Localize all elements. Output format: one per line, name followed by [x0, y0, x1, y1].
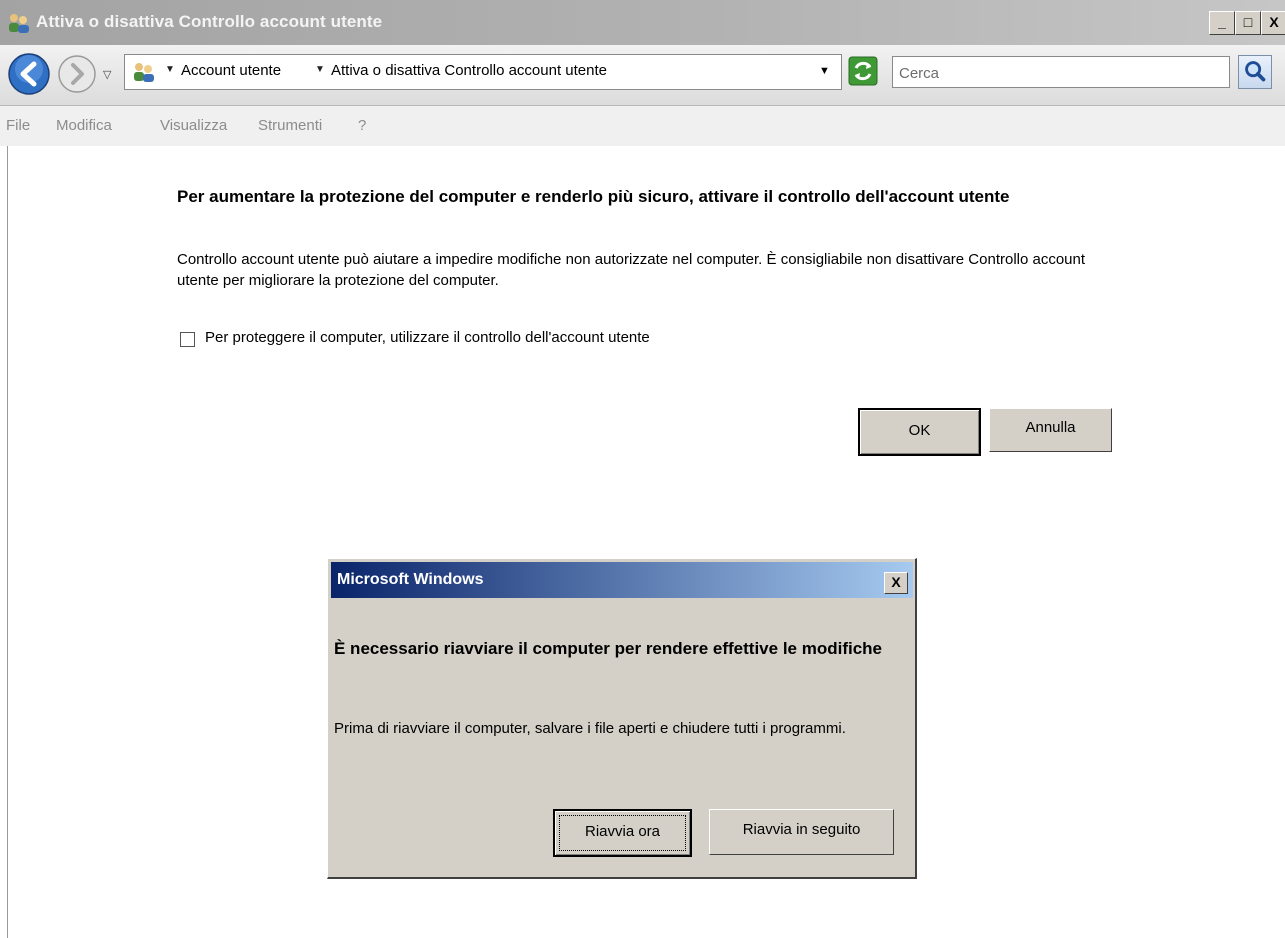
minimize-button[interactable]: _	[1209, 11, 1235, 35]
cancel-button[interactable]: Annulla	[989, 408, 1112, 452]
uac-checkbox-label[interactable]: Per proteggere il computer, utilizzare i…	[205, 329, 650, 346]
search-button[interactable]	[1238, 55, 1272, 89]
dialog-close-button[interactable]: X	[884, 572, 908, 594]
back-arrow-icon[interactable]	[7, 52, 51, 96]
menu-file[interactable]: File	[6, 117, 30, 134]
search-icon	[1245, 61, 1266, 82]
menu-bar: File Modifica Visualizza Strumenti ?	[0, 106, 1285, 146]
forward-arrow-icon[interactable]	[57, 54, 97, 94]
dialog-message: Prima di riavviare il computer, salvare …	[334, 720, 846, 737]
restart-later-button[interactable]: Riavvia in seguito	[709, 809, 894, 855]
dialog-title: Microsoft Windows	[337, 571, 484, 588]
close-button[interactable]: X	[1261, 11, 1285, 35]
menu-modifica[interactable]: Modifica	[56, 117, 112, 134]
address-dropdown-icon[interactable]: ▼	[819, 65, 830, 77]
menu-visualizza[interactable]: Visualizza	[160, 117, 227, 134]
dialog-heading: È necessario riavviare il computer per r…	[334, 639, 883, 658]
history-dropdown-icon[interactable]: ▽	[103, 68, 111, 81]
dialog-title-bar[interactable]: Microsoft Windows X	[331, 562, 913, 598]
ok-button[interactable]: OK	[858, 408, 981, 456]
search-input[interactable]	[897, 61, 1221, 85]
menu-strumenti[interactable]: Strumenti	[258, 117, 322, 134]
refresh-icon[interactable]	[848, 56, 878, 86]
search-box[interactable]	[892, 56, 1230, 88]
breadcrumb-current-page[interactable]: Attiva o disattiva Controllo account ute…	[331, 62, 607, 79]
uac-checkbox[interactable]	[180, 332, 195, 347]
title-bar[interactable]: Attiva o disattiva Controllo account ute…	[0, 0, 1285, 45]
page-heading: Per aumentare la protezione del computer…	[177, 187, 1010, 206]
main-window: Attiva o disattiva Controllo account ute…	[0, 0, 1285, 938]
restart-later-label: Riavvia in seguito	[742, 821, 861, 838]
restart-now-button[interactable]: Riavvia ora	[553, 809, 692, 857]
breadcrumb-account-utente[interactable]: Account utente	[181, 62, 281, 79]
restart-dialog: Microsoft Windows X È necessario riavvia…	[327, 558, 917, 879]
breadcrumb-arrow-icon[interactable]: ▼	[165, 64, 175, 75]
breadcrumb-arrow-icon[interactable]: ▼	[315, 64, 325, 75]
navigation-bar: ▽ ▼ Account utente ▼ Attiva o disattiva …	[0, 45, 1285, 106]
users-icon	[9, 14, 29, 33]
address-bar[interactable]: ▼ Account utente ▼ Attiva o disattiva Co…	[124, 54, 842, 90]
maximize-button[interactable]: □	[1235, 11, 1261, 35]
focus-rectangle	[559, 815, 686, 851]
menu-help[interactable]: ?	[358, 117, 366, 134]
user-accounts-icon	[134, 63, 154, 82]
page-description: Controllo account utente può aiutare a i…	[177, 251, 1086, 289]
window-title: Attiva o disattiva Controllo account ute…	[36, 12, 383, 31]
